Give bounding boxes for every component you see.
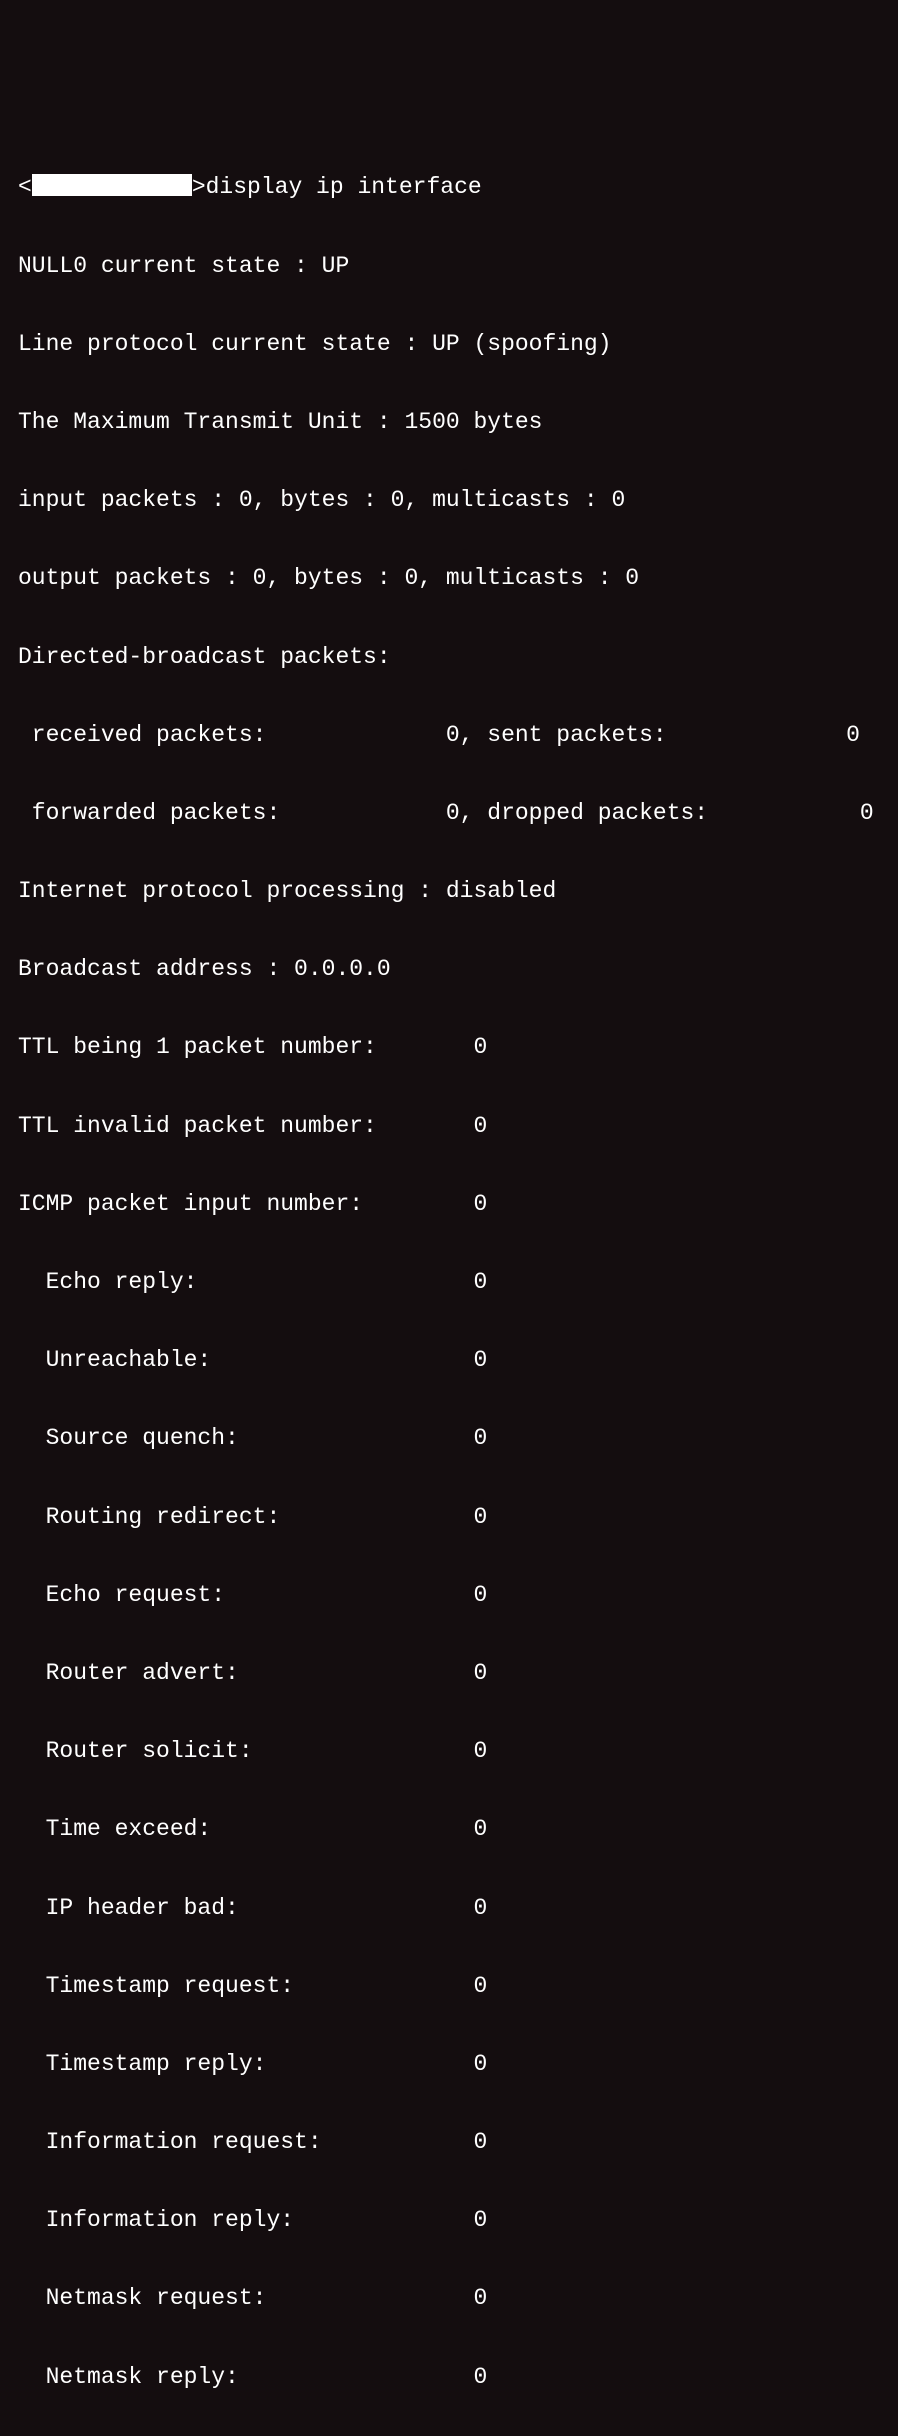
prompt-close: > (192, 174, 206, 200)
output-line: ICMP packet input number: 0 (18, 1185, 880, 1224)
output-line: IP header bad: 0 (18, 1889, 880, 1928)
output-line: Timestamp reply: 0 (18, 2045, 880, 2084)
output-line: NULL0 current state : UP (18, 247, 880, 286)
command-text: display ip interface (206, 174, 482, 200)
output-line: input packets : 0, bytes : 0, multicasts… (18, 481, 880, 520)
prompt-open: < (18, 174, 32, 200)
output-line: output packets : 0, bytes : 0, multicast… (18, 559, 880, 598)
output-line: Netmask request: 0 (18, 2279, 880, 2318)
output-line: received packets: 0, sent packets: 0 (18, 716, 880, 755)
output-line: TTL invalid packet number: 0 (18, 1107, 880, 1146)
output-line: Information request: 0 (18, 2123, 880, 2162)
hostname-redacted (32, 174, 192, 196)
output-line: Source quench: 0 (18, 1419, 880, 1458)
output-line: Line protocol current state : UP (spoofi… (18, 325, 880, 364)
output-line: Internet protocol processing : disabled (18, 872, 880, 911)
output-line: Directed-broadcast packets: (18, 638, 880, 677)
output-line: Information reply: 0 (18, 2201, 880, 2240)
output-line: Echo reply: 0 (18, 1263, 880, 1302)
output-line: Routing redirect: 0 (18, 1498, 880, 1537)
output-line: Echo request: 0 (18, 1576, 880, 1615)
output-line: Router solicit: 0 (18, 1732, 880, 1771)
output-line: Unreachable: 0 (18, 1341, 880, 1380)
output-line: Timestamp request: 0 (18, 1967, 880, 2006)
output-line: Time exceed: 0 (18, 1810, 880, 1849)
output-line: Broadcast address : 0.0.0.0 (18, 950, 880, 989)
output-line: The Maximum Transmit Unit : 1500 bytes (18, 403, 880, 442)
output-line: TTL being 1 packet number: 0 (18, 1028, 880, 1067)
output-line: Netmask reply: 0 (18, 2358, 880, 2397)
output-line: forwarded packets: 0, dropped packets: 0 (18, 794, 880, 833)
output-line: Router advert: 0 (18, 1654, 880, 1693)
command-line: < >display ip interface (18, 168, 880, 207)
